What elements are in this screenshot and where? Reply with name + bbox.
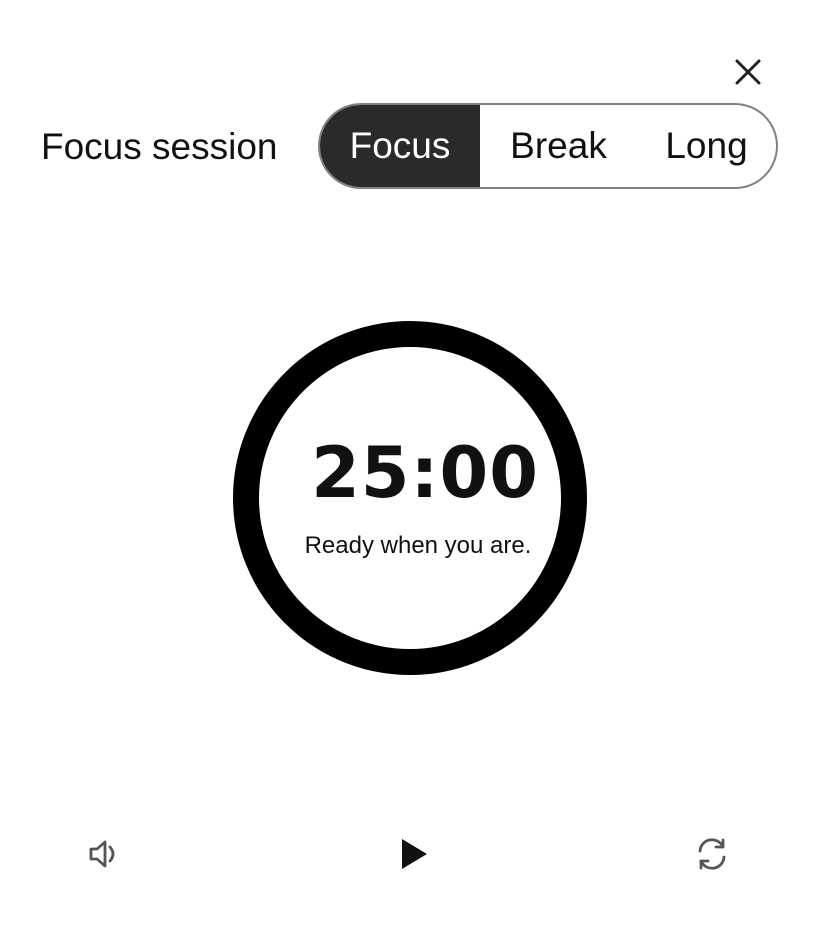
volume-button[interactable] [76,826,132,882]
timer-status: Ready when you are. [304,532,532,559]
mode-selector: Focus Break Long [318,103,778,189]
tab-long[interactable]: Long [637,105,776,187]
tab-focus[interactable]: Focus [320,105,480,187]
close-button[interactable] [726,50,770,94]
tab-break[interactable]: Break [480,105,637,187]
close-icon [735,59,761,85]
refresh-icon [698,838,726,870]
timer-display: 25:00 [311,432,539,514]
volume-icon [89,840,115,868]
play-icon [402,839,427,869]
reset-button[interactable] [684,826,740,882]
page-title: Focus session [41,126,278,167]
play-button[interactable] [384,826,440,882]
